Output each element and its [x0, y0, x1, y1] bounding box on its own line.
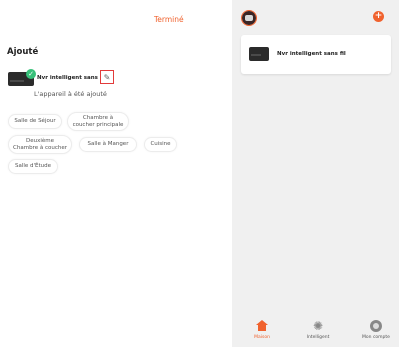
room-chip[interactable]: Chambre à coucher principale — [67, 112, 129, 131]
nav-label: Intelligent — [306, 335, 330, 340]
room-chip[interactable]: Salle d'Étude — [8, 159, 58, 174]
bottom-nav: Maison ✺ Intelligent Mon compte — [232, 318, 399, 347]
section-title: Ajouté — [7, 47, 39, 57]
done-button[interactable]: Terminé — [154, 15, 184, 24]
check-icon: ✓ — [26, 69, 36, 79]
profile-icon — [370, 319, 382, 332]
nvr-device-icon — [249, 47, 269, 61]
add-device-button[interactable]: + — [373, 11, 384, 22]
pencil-icon: ✎ — [103, 72, 111, 82]
device-card-name: Nvr intelligent sans fil — [277, 51, 346, 57]
sun-icon: ✺ — [312, 318, 324, 333]
nav-item-intelligent[interactable]: ✺ Intelligent — [298, 318, 338, 347]
device-added-screen: Terminé Ajouté ✓ Nvr intelligent sans fi… — [0, 0, 232, 347]
nav-label: Maison — [254, 335, 270, 340]
nav-item-mon-compte[interactable]: Mon compte — [356, 318, 396, 347]
nav-label: Mon compte — [362, 335, 390, 340]
added-message: L'appareil à été ajouté — [34, 90, 107, 98]
edit-name-button[interactable]: ✎ — [100, 70, 114, 84]
nvr-device-icon: ✓ — [8, 69, 36, 86]
room-chip[interactable]: Cuisine — [144, 137, 177, 152]
house-icon — [256, 320, 268, 331]
home-avatar[interactable] — [241, 10, 257, 26]
nav-item-maison[interactable]: Maison — [242, 318, 282, 347]
room-chip[interactable]: Salle à Manger — [79, 137, 137, 152]
device-card[interactable]: Nvr intelligent sans fil — [241, 35, 391, 74]
room-chip[interactable]: Salle de Séjour — [8, 114, 62, 129]
room-chip[interactable]: Deuxième Chambre à coucher — [8, 135, 72, 154]
device-name: Nvr intelligent sans fil — [37, 75, 106, 81]
